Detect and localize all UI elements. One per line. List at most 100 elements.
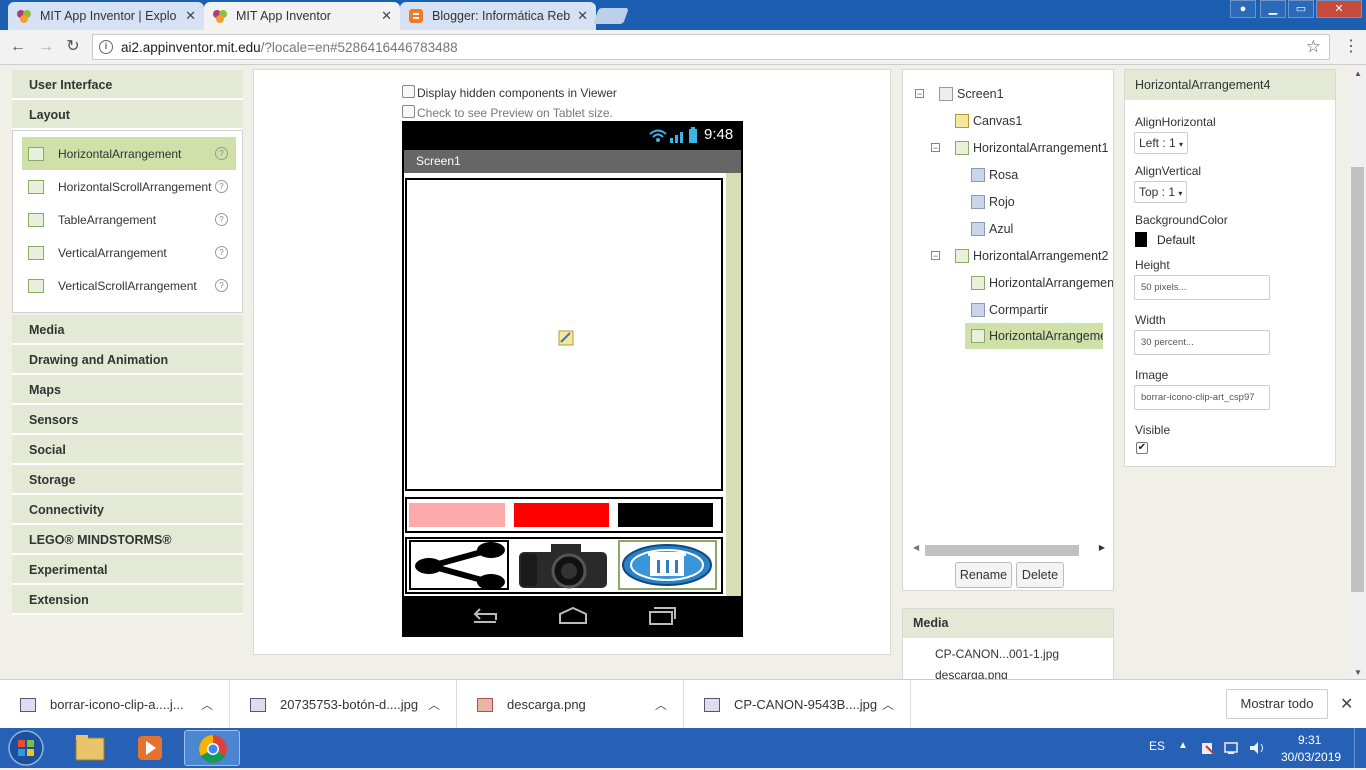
show-desktop-button[interactable] bbox=[1354, 728, 1366, 768]
scroll-up-icon[interactable]: ▲ bbox=[1354, 69, 1362, 78]
width-field[interactable]: 30 percent... bbox=[1134, 330, 1270, 355]
tree-node-cormpartir[interactable]: Cormpartir bbox=[971, 300, 1048, 320]
button-rosa[interactable] bbox=[409, 503, 505, 527]
display-hidden-checkbox[interactable]: Display hidden components in Viewer bbox=[402, 85, 617, 100]
palette-category-sensors[interactable]: Sensors bbox=[12, 405, 243, 435]
checkbox-box[interactable] bbox=[402, 85, 415, 98]
maximize-window-button[interactable]: ▭ bbox=[1288, 0, 1314, 18]
user-profile-icon[interactable]: ● bbox=[1230, 0, 1256, 18]
forward-icon[interactable]: → bbox=[35, 36, 57, 58]
scroll-right-icon[interactable]: ▶ bbox=[1099, 543, 1105, 552]
download-item[interactable]: 20735753-botón-d....jpg ︿ bbox=[230, 680, 457, 729]
checkbox-box[interactable] bbox=[402, 105, 415, 118]
close-tab-icon[interactable]: ✕ bbox=[577, 8, 588, 24]
back-icon[interactable]: ← bbox=[7, 36, 29, 58]
palette-category-maps[interactable]: Maps bbox=[12, 375, 243, 405]
palette-category-extension[interactable]: Extension bbox=[12, 585, 243, 615]
horizontal-arrangement2[interactable] bbox=[405, 537, 723, 594]
language-indicator[interactable]: ES bbox=[1149, 739, 1165, 753]
palette-item-table-arrangement[interactable]: TableArrangement ? bbox=[22, 203, 236, 236]
palette-category-lego[interactable]: LEGO® MINDSTORMS® bbox=[12, 525, 243, 555]
palette-category-experimental[interactable]: Experimental bbox=[12, 555, 243, 585]
help-icon[interactable]: ? bbox=[215, 147, 228, 160]
align-vertical-dropdown[interactable]: Top : 1 ▾ bbox=[1134, 181, 1188, 203]
collapse-toggle-icon[interactable]: − bbox=[931, 251, 940, 261]
tree-node-azul[interactable]: Azul bbox=[971, 219, 1013, 239]
media-item[interactable]: descarga.png bbox=[903, 665, 1113, 679]
horizontal-arrangement4-delete-image[interactable] bbox=[618, 540, 717, 590]
palette-category-media[interactable]: Media bbox=[12, 315, 243, 345]
help-icon[interactable]: ? bbox=[215, 279, 228, 292]
tab-appinventor[interactable]: MIT App Inventor ✕ bbox=[204, 2, 400, 30]
close-window-button[interactable]: ✕ bbox=[1316, 0, 1362, 18]
button-cormpartir-camera[interactable] bbox=[513, 540, 613, 590]
tree-node-horizontalarrangement2[interactable]: HorizontalArrangement2 bbox=[955, 246, 1109, 266]
file-explorer-taskbar-button[interactable] bbox=[62, 730, 118, 766]
clock-date[interactable]: 30/03/2019 bbox=[1281, 750, 1341, 764]
chrome-taskbar-button[interactable] bbox=[184, 730, 240, 766]
scroll-down-icon[interactable]: ▼ bbox=[1354, 668, 1362, 677]
background-color-picker[interactable]: Default bbox=[1135, 232, 1195, 247]
palette-item-vertical-scroll-arrangement[interactable]: VerticalScrollArrangement ? bbox=[22, 269, 236, 302]
bookmark-star-icon[interactable]: ☆ bbox=[1306, 37, 1321, 57]
palette-category-layout[interactable]: Layout bbox=[12, 100, 243, 130]
new-tab-button[interactable] bbox=[593, 8, 629, 24]
collapse-toggle-icon[interactable]: − bbox=[931, 143, 940, 153]
collapse-toggle-icon[interactable]: − bbox=[915, 89, 924, 99]
palette-category-storage[interactable]: Storage bbox=[12, 465, 243, 495]
tree-node-horizontalarrangement4[interactable]: HorizontalArrangemen bbox=[965, 323, 1103, 349]
horizontal-arrangement1[interactable] bbox=[405, 497, 723, 533]
button-rojo[interactable] bbox=[514, 503, 609, 527]
palette-category-social[interactable]: Social bbox=[12, 435, 243, 465]
close-tab-icon[interactable]: ✕ bbox=[185, 8, 196, 24]
palette-item-horizontal-scroll-arrangement[interactable]: HorizontalScrollArrangement ? bbox=[22, 170, 236, 203]
canvas1[interactable] bbox=[405, 178, 723, 491]
address-bar[interactable]: i ai2.appinventor.mit.edu/?locale=en#528… bbox=[92, 34, 1330, 60]
site-info-icon[interactable]: i bbox=[99, 40, 113, 54]
scroll-thumb[interactable] bbox=[1351, 167, 1364, 592]
image-field[interactable]: borrar-icono-clip-art_csp97 bbox=[1134, 385, 1270, 410]
clock-time[interactable]: 9:31 bbox=[1298, 733, 1321, 747]
tree-node-canvas1[interactable]: Canvas1 bbox=[955, 111, 1022, 131]
reload-icon[interactable]: ↻ bbox=[62, 36, 84, 58]
palette-item-vertical-arrangement[interactable]: VerticalArrangement ? bbox=[22, 236, 236, 269]
media-item[interactable]: CP-CANON...001-1.jpg bbox=[903, 644, 1113, 665]
minimize-window-button[interactable]: ▁ bbox=[1260, 0, 1286, 18]
tree-node-horizontalarrangement1[interactable]: HorizontalArrangement1 bbox=[955, 138, 1109, 158]
scroll-left-icon[interactable]: ◀ bbox=[913, 543, 919, 552]
download-item[interactable]: descarga.png ︿ bbox=[457, 680, 684, 729]
chevron-up-icon[interactable]: ︿ bbox=[655, 696, 667, 713]
system-tray-icons[interactable] bbox=[1200, 740, 1270, 756]
palette-category-connectivity[interactable]: Connectivity bbox=[12, 495, 243, 525]
visible-checkbox[interactable]: ✔ bbox=[1136, 442, 1148, 454]
height-field[interactable]: 50 pixels... bbox=[1134, 275, 1270, 300]
download-item[interactable]: CP-CANON-9543B....jpg ︿ bbox=[684, 680, 911, 729]
windows-start-icon[interactable] bbox=[6, 729, 46, 767]
tab-blogger[interactable]: Blogger: Informática Reb ✕ bbox=[400, 2, 596, 30]
delete-button[interactable]: Delete bbox=[1016, 562, 1064, 588]
tree-node-screen1[interactable]: Screen1 bbox=[939, 84, 1004, 104]
page-vertical-scrollbar[interactable]: ▲ ▼ bbox=[1350, 67, 1366, 679]
share-image-arrangement[interactable] bbox=[409, 540, 509, 590]
tablet-preview-checkbox[interactable]: Check to see Preview on Tablet size. bbox=[402, 105, 613, 120]
tab-appinventor-explore[interactable]: MIT App Inventor | Explo ✕ bbox=[8, 2, 204, 30]
scroll-thumb[interactable] bbox=[925, 545, 1079, 556]
browser-menu-icon[interactable]: ⋮ bbox=[1340, 36, 1362, 58]
help-icon[interactable]: ? bbox=[215, 213, 228, 226]
palette-item-horizontal-arrangement[interactable]: HorizontalArrangement ? bbox=[22, 137, 236, 170]
help-icon[interactable]: ? bbox=[215, 246, 228, 259]
tree-horizontal-scrollbar[interactable]: ◀ ▶ bbox=[913, 543, 1105, 556]
show-hidden-icons[interactable]: ▲ bbox=[1178, 740, 1188, 751]
tree-node-rojo[interactable]: Rojo bbox=[971, 192, 1015, 212]
align-horizontal-dropdown[interactable]: Left : 1 ▾ bbox=[1134, 132, 1189, 154]
palette-category-drawing[interactable]: Drawing and Animation bbox=[12, 345, 243, 375]
show-all-downloads-button[interactable]: Mostrar todo bbox=[1226, 689, 1328, 719]
chevron-up-icon[interactable]: ︿ bbox=[428, 696, 440, 713]
download-item[interactable]: borrar-icono-clip-a....j... ︿ bbox=[0, 680, 230, 729]
tree-node-horizontalarrangement3[interactable]: HorizontalArrangemen bbox=[971, 273, 1113, 293]
chevron-up-icon[interactable]: ︿ bbox=[882, 696, 894, 713]
media-player-taskbar-button[interactable] bbox=[122, 730, 178, 766]
tree-node-rosa[interactable]: Rosa bbox=[971, 165, 1018, 185]
close-downloads-icon[interactable]: ✕ bbox=[1340, 694, 1353, 714]
chevron-up-icon[interactable]: ︿ bbox=[201, 696, 213, 713]
